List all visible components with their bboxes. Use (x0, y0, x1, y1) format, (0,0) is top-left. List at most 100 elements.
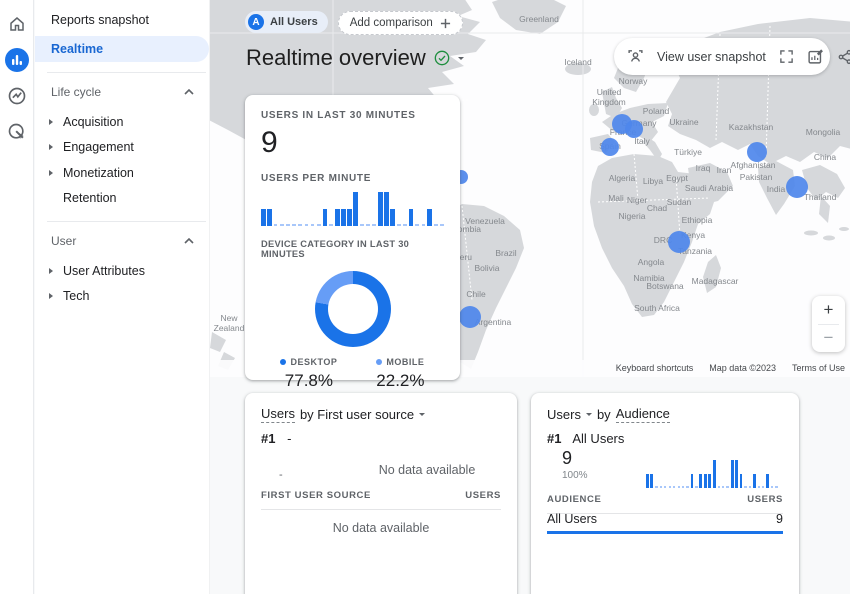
map-zoom-in-button[interactable]: + (812, 296, 845, 324)
keyboard-shortcuts-link[interactable]: Keyboard shortcuts (616, 363, 694, 373)
report-toolbar: View user snapshot (614, 38, 830, 75)
audience-dimension-selector[interactable]: Audience (616, 406, 670, 423)
source-table-no-data: No data available (245, 521, 517, 535)
source-rank-row: #1 - (261, 431, 291, 446)
map-label-nigeria: Nigeria (619, 211, 646, 221)
sidebar-item-retention[interactable]: Retention (35, 186, 209, 212)
minute-bar (267, 192, 272, 226)
source-metric-selector[interactable]: Users (261, 406, 295, 423)
comparison-avatar: A (248, 14, 264, 30)
minute-bar (775, 460, 778, 488)
map-label-united-kingdom: United Kingdom (592, 87, 626, 107)
minute-bar (261, 192, 266, 226)
minute-bar (713, 460, 716, 488)
sidebar-item-label: Tech (63, 289, 89, 303)
minute-bar (329, 192, 334, 226)
minute-bar (691, 460, 694, 488)
minute-bar (695, 460, 698, 488)
device-legend: DESKTOP 77.8% MOBILE 22.2% (261, 357, 444, 391)
sidebar-item-label: Retention (63, 191, 117, 205)
comparison-chip-label: All Users (270, 16, 318, 28)
page-title: Realtime overview (246, 45, 426, 71)
terms-of-use-link[interactable]: Terms of Use (792, 363, 845, 373)
explore-icon (7, 86, 27, 106)
chevron-up-icon (184, 238, 194, 244)
source-dimension-caret-icon[interactable] (419, 413, 425, 416)
sidebar-item-monetization[interactable]: Monetization (35, 160, 209, 186)
title-dropdown-caret-icon[interactable] (458, 57, 464, 60)
sidebar-item-realtime-active[interactable]: Realtime (35, 36, 209, 62)
map-label-chad: Chad (647, 203, 667, 213)
map-label-brazil: Brazil (495, 248, 516, 258)
minute-bar (771, 460, 774, 488)
desktop-label: DESKTOP (290, 357, 337, 367)
audience-rank-label: #1 (547, 431, 561, 446)
minute-bar (722, 460, 725, 488)
minute-bar (415, 192, 420, 226)
reports-sidebar: Reports snapshot Realtime Life cycleAcqu… (35, 0, 210, 594)
audience-row-name: All Users (547, 512, 597, 526)
data-status-check-icon[interactable] (434, 50, 450, 66)
minute-bar (704, 460, 707, 488)
expand-arrow-icon (49, 170, 53, 176)
sidebar-item-acquisition[interactable]: Acquisition (35, 109, 209, 135)
minute-bar (762, 460, 765, 488)
view-user-snapshot-label[interactable]: View user snapshot (657, 50, 766, 64)
users-per-minute-label: USERS PER MINUTE (261, 173, 444, 184)
active-users-dot (786, 176, 808, 198)
minute-bar (735, 460, 738, 488)
share-icon[interactable] (837, 49, 850, 65)
map-label-iceland: Iceland (564, 57, 591, 67)
map-label-iraq: Iraq (696, 163, 711, 173)
source-table-header: FIRST USER SOURCE USERS (261, 490, 501, 510)
chevron-up-icon (184, 89, 194, 95)
minute-bar (650, 460, 653, 488)
device-category-donut-chart (315, 271, 391, 347)
all-users-comparison-chip[interactable]: A All Users (245, 11, 328, 33)
minute-bar (731, 460, 734, 488)
minute-bar (421, 192, 426, 226)
sidebar-item-tech[interactable]: Tech (35, 284, 209, 310)
source-col-metric: USERS (465, 490, 501, 501)
minute-bar (378, 192, 383, 226)
minute-bar (292, 192, 297, 226)
add-comparison-button[interactable]: Add comparison (338, 11, 463, 35)
audience-card: Users by Audience #1 All Users 9 100% AU… (531, 393, 799, 594)
sidebar-item-engagement[interactable]: Engagement (35, 135, 209, 161)
audience-rank-row: #1 All Users (547, 431, 624, 446)
home-icon (8, 15, 26, 33)
insights-icon[interactable] (807, 48, 824, 65)
minute-bar (341, 192, 346, 226)
app-nav-rail (0, 0, 34, 594)
minute-bar (682, 460, 685, 488)
map-label-norway: Norway (619, 76, 648, 86)
audience-metric-caret-icon[interactable] (586, 413, 592, 416)
source-rank-value: - (287, 431, 291, 446)
minute-bar (353, 192, 358, 226)
nav-advertising-button[interactable] (5, 120, 29, 144)
legend-item-mobile: MOBILE 22.2% (376, 357, 424, 391)
sidebar-item-user-attributes[interactable]: User Attributes (35, 258, 209, 284)
fullscreen-icon[interactable] (779, 49, 794, 64)
minute-bar (673, 460, 676, 488)
sidebar-section-life-cycle[interactable]: Life cycle (35, 75, 209, 109)
nav-home-button[interactable] (5, 12, 29, 36)
audience-percent: 100% (562, 470, 588, 481)
minute-bar (744, 460, 747, 488)
nav-explore-button[interactable] (5, 84, 29, 108)
user-snapshot-icon[interactable] (627, 48, 644, 65)
map-zoom-out-button[interactable]: − (812, 325, 845, 353)
minute-bar (433, 192, 438, 226)
sidebar-section-user[interactable]: User (35, 224, 209, 258)
map-label-thailand: Thailand (804, 192, 837, 202)
bar-chart-icon (10, 53, 24, 67)
minute-bar (279, 192, 284, 226)
map-label-ukraine: Ukraine (669, 117, 698, 127)
audience-table-header: AUDIENCE USERS (547, 494, 783, 514)
source-rank-label: #1 (261, 431, 275, 446)
sidebar-item-reports-snapshot[interactable]: Reports snapshot (35, 0, 209, 27)
map-label-pakistan: Pakistan (740, 172, 773, 182)
audience-table-row: All Users 9 (547, 512, 783, 526)
map-label-ethiopia: Ethiopia (682, 215, 713, 225)
nav-reports-button[interactable] (5, 48, 29, 72)
